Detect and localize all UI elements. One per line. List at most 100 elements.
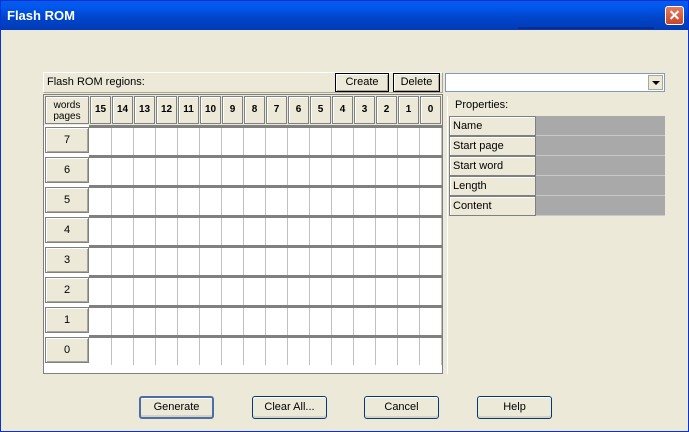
grid-cell[interactable] (354, 128, 376, 155)
grid-cell[interactable] (310, 158, 332, 185)
grid-cell[interactable] (134, 218, 156, 245)
grid-cell[interactable] (310, 278, 332, 305)
grid-cell[interactable] (112, 188, 134, 215)
grid-cell[interactable] (178, 128, 200, 155)
grid-cell[interactable] (222, 338, 244, 365)
grid-cell[interactable] (222, 188, 244, 215)
grid-cell[interactable] (134, 278, 156, 305)
property-value[interactable] (536, 116, 665, 136)
grid-cell[interactable] (156, 308, 178, 335)
grid-cell[interactable] (310, 218, 332, 245)
page-row-button[interactable]: 2 (45, 277, 89, 303)
grid-cell[interactable] (354, 248, 376, 275)
grid-cell[interactable] (90, 308, 112, 335)
grid-cell[interactable] (376, 338, 398, 365)
region-select[interactable] (445, 73, 665, 92)
grid-cell[interactable] (420, 128, 442, 155)
grid-cell[interactable] (156, 248, 178, 275)
page-row-button[interactable]: 6 (45, 157, 89, 183)
grid-cell[interactable] (332, 278, 354, 305)
clear-all-button[interactable]: Clear All... (252, 396, 327, 419)
grid-cell[interactable] (222, 308, 244, 335)
grid-cell[interactable] (420, 308, 442, 335)
page-row-button[interactable]: 1 (45, 307, 89, 333)
page-row-button[interactable]: 5 (45, 187, 89, 213)
property-value[interactable] (536, 156, 665, 176)
grid-cell[interactable] (112, 338, 134, 365)
grid-cell[interactable] (222, 278, 244, 305)
grid-cell[interactable] (134, 338, 156, 365)
grid-cell[interactable] (398, 218, 420, 245)
grid-cell[interactable] (420, 188, 442, 215)
grid-cell[interactable] (134, 308, 156, 335)
grid-cell[interactable] (266, 248, 288, 275)
grid-cell[interactable] (420, 338, 442, 365)
grid-cell[interactable] (332, 128, 354, 155)
grid-cell[interactable] (420, 158, 442, 185)
grid-cell[interactable] (398, 128, 420, 155)
grid-cell[interactable] (244, 248, 266, 275)
grid-cell[interactable] (222, 128, 244, 155)
page-row-button[interactable]: 4 (45, 217, 89, 243)
page-row-button[interactable]: 0 (45, 337, 89, 363)
grid-cell[interactable] (288, 128, 310, 155)
grid-cell[interactable] (178, 158, 200, 185)
grid-cell[interactable] (200, 338, 222, 365)
grid-cell[interactable] (222, 218, 244, 245)
grid-cell[interactable] (244, 278, 266, 305)
grid-cell[interactable] (90, 248, 112, 275)
grid-cell[interactable] (376, 218, 398, 245)
grid-cell[interactable] (288, 278, 310, 305)
grid-cell[interactable] (332, 188, 354, 215)
grid-cell[interactable] (112, 218, 134, 245)
grid-cell[interactable] (112, 128, 134, 155)
grid-cell[interactable] (354, 308, 376, 335)
grid-cell[interactable] (310, 188, 332, 215)
grid-cell[interactable] (420, 218, 442, 245)
create-button[interactable]: Create (335, 73, 389, 92)
grid-cell[interactable] (332, 158, 354, 185)
generate-button[interactable]: Generate (139, 396, 214, 419)
grid-cell[interactable] (288, 308, 310, 335)
grid-cell[interactable] (354, 188, 376, 215)
grid-cell[interactable] (90, 158, 112, 185)
delete-button[interactable]: Delete (393, 73, 440, 92)
close-icon[interactable] (665, 6, 684, 25)
grid-cell[interactable] (178, 338, 200, 365)
grid-cell[interactable] (398, 158, 420, 185)
grid-cell[interactable] (134, 128, 156, 155)
grid-cell[interactable] (398, 338, 420, 365)
grid-cell[interactable] (178, 278, 200, 305)
grid-cell[interactable] (420, 248, 442, 275)
grid-cell[interactable] (376, 128, 398, 155)
grid-cell[interactable] (310, 308, 332, 335)
grid-cell[interactable] (156, 158, 178, 185)
grid-cell[interactable] (134, 188, 156, 215)
grid-cell[interactable] (178, 218, 200, 245)
grid-cell[interactable] (398, 248, 420, 275)
grid-cell[interactable] (310, 338, 332, 365)
grid-cell[interactable] (244, 188, 266, 215)
grid-cell[interactable] (376, 278, 398, 305)
grid-cell[interactable] (354, 278, 376, 305)
grid-cell[interactable] (244, 308, 266, 335)
grid-cell[interactable] (354, 338, 376, 365)
grid-cell[interactable] (178, 188, 200, 215)
grid-cell[interactable] (200, 128, 222, 155)
grid-cell[interactable] (398, 188, 420, 215)
grid-cell[interactable] (200, 218, 222, 245)
grid-cell[interactable] (398, 308, 420, 335)
grid-cell[interactable] (266, 278, 288, 305)
grid-cell[interactable] (112, 158, 134, 185)
grid-cell[interactable] (156, 218, 178, 245)
grid-cell[interactable] (288, 248, 310, 275)
grid-cell[interactable] (420, 278, 442, 305)
grid-cell[interactable] (266, 188, 288, 215)
grid-cell[interactable] (266, 218, 288, 245)
grid-cell[interactable] (266, 128, 288, 155)
title-bar[interactable]: Flash ROM (1, 1, 688, 30)
grid-cell[interactable] (156, 278, 178, 305)
grid-cell[interactable] (288, 338, 310, 365)
grid-cell[interactable] (244, 218, 266, 245)
grid-cell[interactable] (244, 338, 266, 365)
